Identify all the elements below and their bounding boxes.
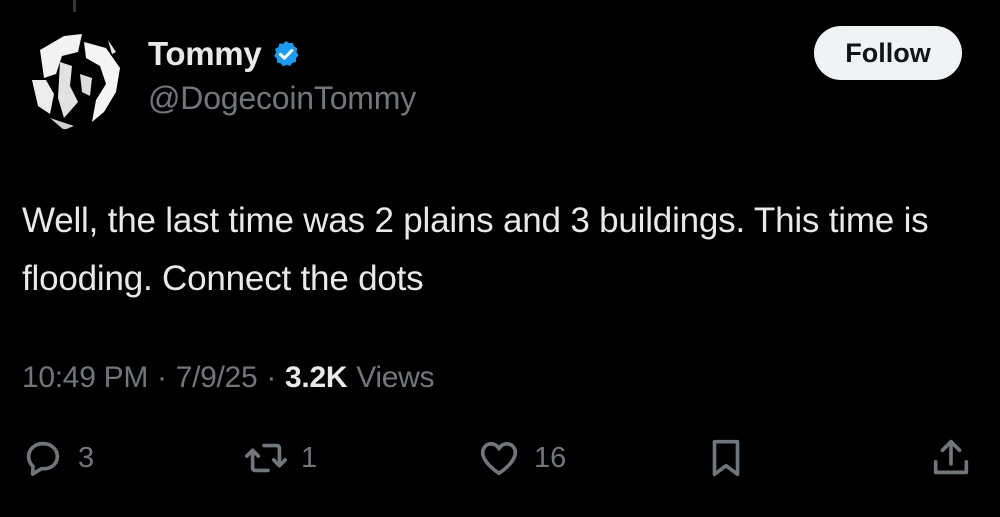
tweet-text: Well, the last time was 2 plains and 3 b… — [22, 201, 929, 298]
avatar[interactable] — [20, 22, 128, 130]
meta-separator: · — [157, 361, 167, 394]
like-button[interactable]: 16 — [476, 432, 566, 484]
bookmark-icon — [712, 439, 740, 477]
heart-icon — [480, 441, 518, 476]
author-name-row: Tommy — [148, 32, 301, 76]
author-handle[interactable]: @DogecoinTommy — [148, 80, 416, 117]
verified-badge-icon — [274, 40, 299, 67]
bookmark-button[interactable] — [703, 432, 749, 484]
tweet-time[interactable]: 10:49 PM — [22, 361, 148, 395]
views-label: Views — [356, 361, 435, 394]
avatar-image — [20, 22, 128, 130]
views-count: 3.2K — [285, 361, 348, 394]
meta-separator: · — [266, 361, 277, 394]
share-icon — [933, 439, 969, 475]
reply-icon — [26, 441, 60, 476]
tweet-date[interactable]: 7/9/25 — [176, 361, 258, 395]
tweet-actions: 3 1 16 — [0, 432, 1000, 484]
reply-button[interactable]: 3 — [20, 432, 94, 484]
share-button[interactable] — [928, 432, 974, 484]
follow-button[interactable]: Follow — [814, 26, 962, 80]
like-count: 16 — [534, 441, 567, 474]
tweet-card: Tommy @DogecoinTommy Follow Well, the la… — [0, 0, 1000, 517]
thread-connector-line — [73, 0, 76, 12]
repost-button[interactable]: 1 — [243, 432, 317, 484]
author-display-name[interactable]: Tommy — [148, 35, 262, 73]
repost-icon — [245, 443, 287, 473]
repost-count: 1 — [301, 441, 318, 474]
reply-count: 3 — [78, 441, 95, 474]
tweet-metadata: 10:49 PM · 7/9/25 · 3.2K Views — [22, 354, 434, 402]
